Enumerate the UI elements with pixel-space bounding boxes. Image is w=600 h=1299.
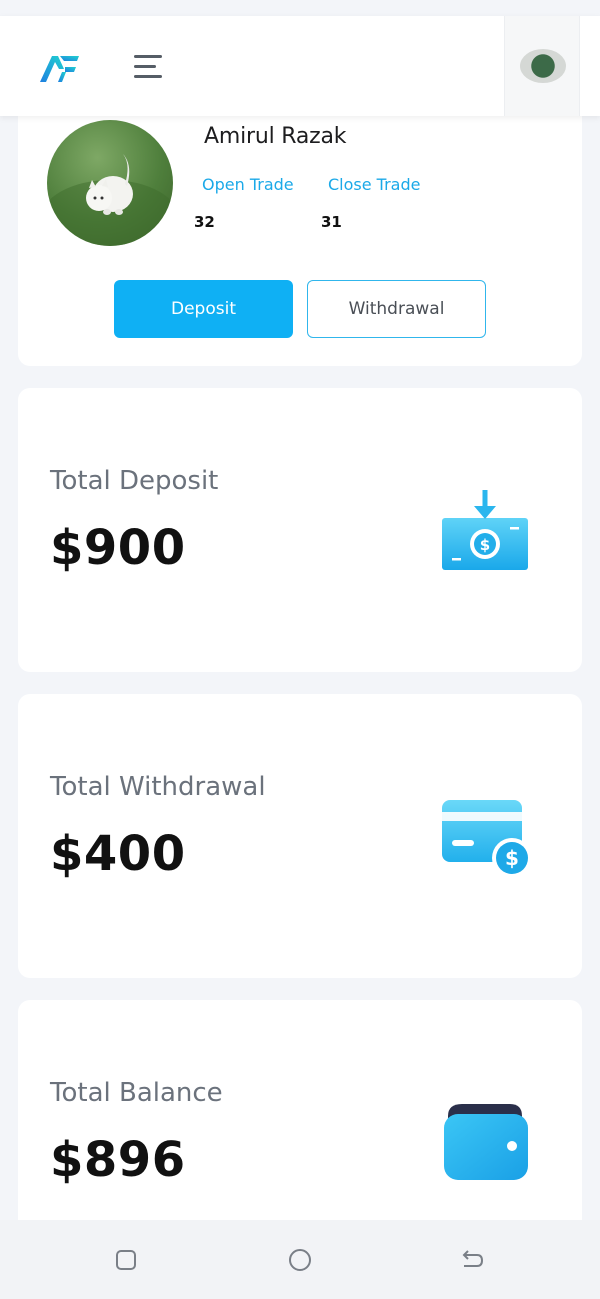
total-withdrawal-card: Total Withdrawal $400 $ bbox=[18, 694, 582, 978]
dashboard-page: Amirul Razak Open Trade Close Trade 32 3… bbox=[0, 0, 600, 1299]
total-withdrawal-value: $400 bbox=[50, 826, 186, 882]
withdrawal-button[interactable]: Withdrawal bbox=[307, 280, 486, 338]
wallet-icon bbox=[444, 1104, 528, 1180]
svg-text:$: $ bbox=[505, 846, 519, 870]
cat-photo-icon bbox=[47, 154, 173, 246]
deposit-button[interactable]: Deposit bbox=[114, 280, 293, 338]
system-navigation-bar bbox=[0, 1220, 600, 1299]
af-logo-icon[interactable] bbox=[38, 53, 80, 83]
total-withdrawal-label: Total Withdrawal bbox=[50, 772, 266, 802]
recent-apps-icon[interactable] bbox=[112, 1246, 140, 1274]
money-deposit-icon: $ bbox=[442, 490, 528, 570]
back-arrow-icon[interactable] bbox=[458, 1246, 486, 1274]
user-avatar-button[interactable] bbox=[504, 16, 580, 116]
profile-name: Amirul Razak bbox=[204, 124, 347, 149]
svg-text:$: $ bbox=[480, 536, 490, 554]
profile-card: Amirul Razak Open Trade Close Trade 32 3… bbox=[18, 100, 582, 366]
total-deposit-label: Total Deposit bbox=[50, 466, 219, 496]
top-header bbox=[0, 16, 600, 116]
total-deposit-value: $900 bbox=[50, 520, 186, 576]
total-deposit-card: Total Deposit $900 $ bbox=[18, 388, 582, 672]
open-trade-link[interactable]: Open Trade bbox=[202, 175, 294, 194]
user-avatar-icon bbox=[520, 49, 566, 83]
open-trade-count: 32 bbox=[194, 213, 215, 231]
card-withdrawal-icon: $ bbox=[442, 800, 532, 878]
home-circle-icon[interactable] bbox=[286, 1246, 314, 1274]
profile-photo bbox=[47, 120, 173, 246]
hamburger-menu-icon[interactable] bbox=[134, 55, 162, 79]
close-trade-count: 31 bbox=[321, 213, 342, 231]
total-balance-value: $896 bbox=[50, 1132, 186, 1188]
total-balance-label: Total Balance bbox=[50, 1078, 223, 1108]
close-trade-link[interactable]: Close Trade bbox=[328, 175, 420, 194]
